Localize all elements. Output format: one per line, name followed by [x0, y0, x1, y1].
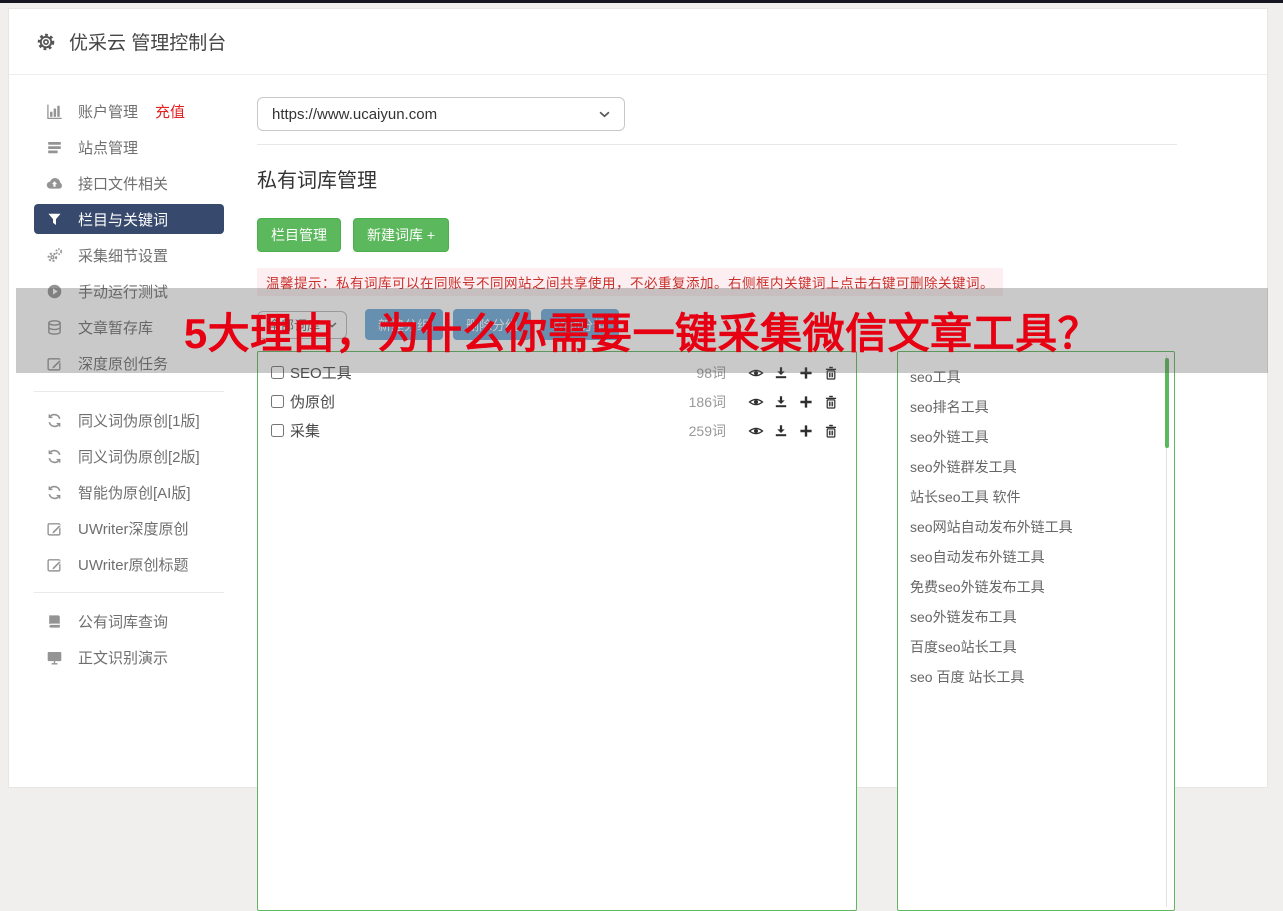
keyword-item[interactable]: 免费seo外链发布工具: [910, 572, 1160, 602]
recharge-badge[interactable]: 充值: [155, 101, 185, 122]
lexicon-list-panel: SEO工具 98词 伪原创 186词: [257, 351, 857, 911]
gear-icon: [36, 32, 56, 52]
lexicon-checkbox[interactable]: [271, 395, 284, 408]
download-icon[interactable]: [773, 394, 789, 410]
add-icon[interactable]: [798, 394, 814, 410]
divider: [257, 144, 1177, 145]
sidebar-item-account[interactable]: 账户管理 充值: [9, 93, 249, 129]
app-window: 优采云 管理控制台 账户管理 充值 站点管理 接口: [8, 8, 1268, 788]
sidebar-item-label: 公有词库查询: [78, 611, 168, 632]
sidebar-item-sites[interactable]: 站点管理: [9, 129, 249, 165]
delete-icon[interactable]: [823, 394, 839, 410]
refresh-icon: [46, 484, 63, 501]
delete-icon[interactable]: [823, 423, 839, 439]
sidebar-divider: [34, 592, 224, 593]
sidebar-item-label: 正文识别演示: [78, 647, 168, 668]
new-lexicon-button[interactable]: 新建词库 +: [353, 218, 449, 252]
pencil-square-icon: [46, 520, 63, 537]
refresh-icon: [46, 412, 63, 429]
keyword-item[interactable]: seo网站自动发布外链工具: [910, 512, 1160, 542]
sidebar-item-ai-rewrite[interactable]: 智能伪原创[AI版]: [9, 474, 249, 510]
sidebar-item-columns-keywords[interactable]: 栏目与关键词: [34, 204, 224, 234]
app-title: 优采云 管理控制台: [69, 28, 226, 55]
sidebar-item-label: 采集细节设置: [78, 245, 168, 266]
cogs-icon: [46, 247, 63, 264]
app-header: 优采云 管理控制台: [9, 9, 1267, 75]
page-title: 私有词库管理: [257, 164, 1177, 193]
sidebar-item-interface-files[interactable]: 接口文件相关: [9, 165, 249, 201]
promo-banner-overlay[interactable]: 5大理由，为什么你需要一键采集微信文章工具？: [16, 288, 1268, 373]
filter-icon: [46, 211, 63, 228]
sidebar-item-uwriter-title[interactable]: UWriter原创标题: [9, 546, 249, 582]
sidebar-item-label: 同义词伪原创[1版]: [78, 410, 200, 431]
lexicon-row: 伪原创 186词: [258, 387, 856, 416]
sidebar-item-label: UWriter深度原创: [78, 518, 189, 539]
sidebar-item-synonym-v1[interactable]: 同义词伪原创[1版]: [9, 402, 249, 438]
sidebar-item-label: 接口文件相关: [78, 173, 168, 194]
pencil-square-icon: [46, 556, 63, 573]
sidebar-item-public-lexicon[interactable]: 公有词库查询: [9, 603, 249, 639]
lexicon-count: 186词: [689, 392, 726, 412]
add-icon[interactable]: [798, 423, 814, 439]
main-content: https://www.ucaiyun.com 私有词库管理 栏目管理 新建词库…: [249, 75, 1177, 911]
cloud-upload-icon: [46, 175, 63, 192]
sidebar-item-uwriter-deep[interactable]: UWriter深度原创: [9, 510, 249, 546]
keyword-item[interactable]: seo外链工具: [910, 422, 1160, 452]
lexicon-row: 采集 259词: [258, 416, 856, 445]
lexicon-name: 采集: [290, 420, 320, 441]
lexicon-name: 伪原创: [290, 391, 335, 412]
sidebar-item-label: UWriter原创标题: [78, 554, 189, 575]
book-icon: [46, 613, 63, 630]
download-icon[interactable]: [773, 423, 789, 439]
keyword-item[interactable]: seo外链发布工具: [910, 602, 1160, 632]
sidebar-item-collect-settings[interactable]: 采集细节设置: [9, 237, 249, 273]
site-select-value: https://www.ucaiyun.com: [272, 106, 437, 123]
keyword-item[interactable]: 站长seo工具 软件: [910, 482, 1160, 512]
sidebar-item-label: 账户管理: [78, 101, 138, 122]
monitor-icon: [46, 649, 63, 666]
keyword-item[interactable]: seo排名工具: [910, 392, 1160, 422]
sidebar-item-label: 智能伪原创[AI版]: [78, 482, 191, 503]
keyword-item[interactable]: seo外链群发工具: [910, 452, 1160, 482]
sidebar: 账户管理 充值 站点管理 接口文件相关 栏目与关键词: [9, 75, 249, 911]
refresh-icon: [46, 448, 63, 465]
lexicon-count: 259词: [689, 421, 726, 441]
sidebar-item-label: 栏目与关键词: [78, 209, 168, 230]
sidebar-item-synonym-v2[interactable]: 同义词伪原创[2版]: [9, 438, 249, 474]
keyword-panel: seo工具 seo排名工具 seo外链工具 seo外链群发工具 站长seo工具 …: [897, 351, 1175, 911]
bar-chart-icon: [46, 103, 63, 120]
keyword-item[interactable]: seo自动发布外链工具: [910, 542, 1160, 572]
view-icon[interactable]: [748, 394, 764, 410]
sidebar-item-label: 同义词伪原创[2版]: [78, 446, 200, 467]
lexicon-checkbox[interactable]: [271, 424, 284, 437]
sidebar-divider: [34, 391, 224, 392]
promo-banner-text: 5大理由，为什么你需要一键采集微信文章工具？: [184, 300, 1100, 361]
view-icon[interactable]: [748, 423, 764, 439]
list-icon: [46, 139, 63, 156]
keyword-item[interactable]: 百度seo站长工具: [910, 632, 1160, 662]
site-select[interactable]: https://www.ucaiyun.com: [257, 97, 625, 131]
top-strip: [0, 0, 1283, 3]
sidebar-item-label: 站点管理: [78, 137, 138, 158]
manage-columns-button[interactable]: 栏目管理: [257, 218, 341, 252]
sidebar-item-content-recognition[interactable]: 正文识别演示: [9, 639, 249, 675]
chevron-down-icon: [599, 111, 610, 118]
